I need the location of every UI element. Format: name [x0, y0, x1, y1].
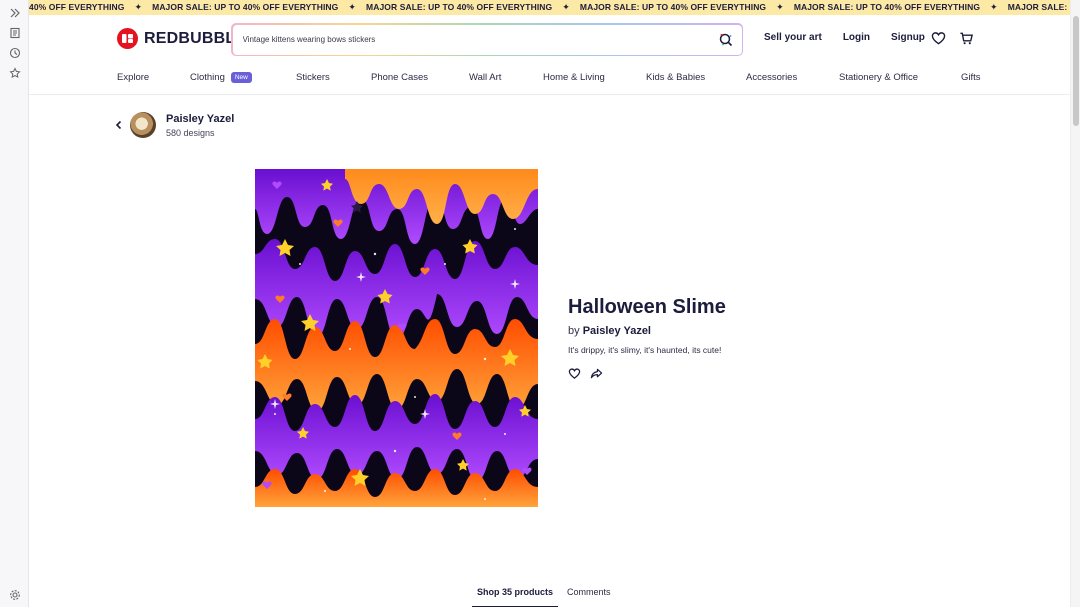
ticker-item: MAJOR SALE: UP TO 40% OFF EVERYTHING — [580, 0, 776, 15]
nav-item-accessories[interactable]: Accessories — [746, 72, 797, 83]
search-icon[interactable] — [718, 32, 734, 48]
nav-item-label: Phone Cases — [371, 72, 429, 83]
nav-item-label: Stickers — [296, 72, 330, 83]
header-links: Sell your art Login Signup — [764, 32, 946, 43]
tab-shop-products[interactable]: Shop 35 products — [472, 580, 559, 607]
nav-item-label: Gifts — [961, 72, 981, 83]
ticker-item: MAJOR SALE: UP TO 40% OFF EVERYTHING — [794, 0, 990, 15]
nav-item-wall-art[interactable]: Wall Art — [469, 72, 501, 83]
ticker-text: MAJOR SALE: UP TO 40% OFF EVERYTHING — [152, 2, 339, 12]
nav-item-label: Stationery & Office — [839, 72, 919, 83]
ticker-item: MAJOR SALE: UP TO 40% OFF EVERYTHING — [366, 0, 562, 15]
product-byline: by Paisley Yazel — [568, 325, 726, 337]
avatar[interactable] — [130, 112, 156, 138]
nav-item-stickers[interactable]: Stickers — [296, 72, 330, 83]
scrollbar-thumb[interactable] — [1073, 16, 1079, 126]
product-info: Halloween Slime by Paisley Yazel It's dr… — [568, 296, 726, 380]
product-actions — [568, 367, 726, 380]
search-box — [231, 23, 743, 56]
settings-gear-icon[interactable] — [8, 588, 21, 601]
nav-item-explore[interactable]: Explore — [117, 72, 149, 83]
heart-icon[interactable] — [931, 31, 946, 46]
ticker-text: MAJOR SALE: UP TO 40% OFF EVERYTHING — [1007, 2, 1070, 12]
nav-item-stationery-office[interactable]: Stationery & Office — [839, 72, 918, 83]
site-header: REDBUBBLE Sell your art Login Signup — [29, 15, 1070, 63]
nav-item-label: Home & Living — [543, 72, 605, 83]
by-prefix: by — [568, 325, 580, 337]
search-input[interactable] — [240, 34, 718, 45]
cart-icon[interactable] — [959, 31, 974, 46]
nav-item-kids-babies[interactable]: Kids & Babies — [646, 72, 705, 83]
nav-item-label: Kids & Babies — [646, 72, 706, 83]
ticker-separator-icon: ✦ — [348, 2, 357, 12]
sparkle-icon[interactable] — [8, 6, 21, 19]
product-artist-link[interactable]: Paisley Yazel — [583, 325, 651, 337]
category-nav: Explore Clothing New Stickers Phone Case… — [29, 63, 1070, 95]
history-icon[interactable] — [8, 46, 21, 59]
ticker-item: MAJOR SALE: UP TO 40% OFF EVERYTHING — [152, 0, 348, 15]
nav-item-label: Explore — [117, 72, 150, 83]
share-icon[interactable] — [590, 367, 603, 380]
artist-name[interactable]: Paisley Yazel — [166, 113, 234, 125]
nav-item-label: Accessories — [746, 72, 798, 83]
ticker-text: MAJOR SALE: UP TO 40% OFF EVERYTHING — [366, 2, 553, 12]
favorite-heart-icon[interactable] — [568, 367, 581, 380]
ticker-track: 40% OFF EVERYTHING ✦ MAJOR SALE: UP TO 40%… — [29, 0, 1070, 15]
page: 40% OFF EVERYTHING ✦ MAJOR SALE: UP TO 40%… — [29, 0, 1070, 607]
ticker-separator-icon: ✦ — [990, 2, 998, 12]
login-link[interactable]: Login — [843, 32, 870, 43]
signup-link[interactable]: Signup — [891, 32, 925, 43]
page-scrollbar[interactable] — [1070, 0, 1080, 607]
redbubble-logo[interactable]: REDBUBBLE — [117, 28, 246, 49]
nav-item-label: Clothing — [190, 72, 225, 83]
promo-ticker[interactable]: 40% OFF EVERYTHING ✦ MAJOR SALE: UP TO 40%… — [29, 0, 1070, 15]
artwork-image[interactable] — [255, 169, 538, 507]
reading-list-icon[interactable] — [8, 26, 21, 39]
ticker-text: 40% OFF EVERYTHING — [29, 2, 125, 12]
sell-your-art-link[interactable]: Sell your art — [764, 32, 822, 43]
nav-item-gifts[interactable]: Gifts — [961, 72, 981, 83]
redbubble-logo-icon — [117, 28, 138, 49]
nav-item-phone-cases[interactable]: Phone Cases — [371, 72, 428, 83]
product-description: It's drippy, it's slimy, it's haunted, i… — [568, 345, 722, 355]
artist-info: Paisley Yazel 580 designs — [166, 113, 234, 138]
ticker-item: 40% OFF EVERYTHING — [29, 0, 134, 15]
ticker-text: MAJOR SALE: UP TO 40% OFF EVERYTHING — [579, 2, 767, 12]
browser-side-rail — [0, 0, 29, 607]
halloween-slime-artwork — [255, 169, 538, 507]
ticker-text: MAJOR SALE: UP TO 40% OFF EVERYTHING — [793, 2, 981, 12]
nav-item-clothing[interactable]: Clothing New — [190, 72, 252, 83]
ticker-separator-icon: ✦ — [134, 2, 143, 12]
product-title: Halloween Slime — [568, 296, 726, 318]
ticker-item: MAJOR SALE: UP TO 40% OFF EVERYTHING — [1008, 0, 1070, 15]
ticker-separator-icon: ✦ — [776, 2, 784, 12]
favorites-star-icon[interactable] — [8, 66, 21, 79]
product-tabs: Shop 35 products Comments — [472, 580, 620, 607]
ticker-separator-icon: ✦ — [562, 2, 570, 12]
chevron-left-icon[interactable] — [114, 120, 124, 130]
artist-header: Paisley Yazel 580 designs — [114, 112, 234, 138]
nav-item-label: Wall Art — [469, 72, 502, 83]
new-badge: New — [230, 72, 252, 83]
nav-item-home-living[interactable]: Home & Living — [543, 72, 605, 83]
artist-design-count: 580 designs — [166, 127, 215, 138]
tab-comments[interactable]: Comments — [562, 580, 616, 607]
